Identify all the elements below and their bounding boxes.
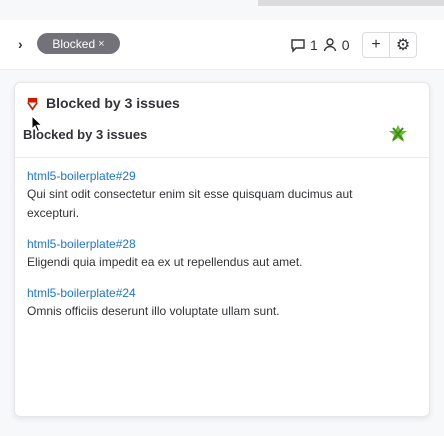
chevron-right-icon[interactable]: ›: [18, 33, 32, 55]
avatar-icon[interactable]: [387, 123, 409, 145]
badge-label: Blocked: [52, 36, 96, 51]
popover-divider: [15, 157, 429, 158]
comment-icon: [291, 39, 305, 53]
blocked-badge[interactable]: Blocked ×: [37, 33, 120, 54]
issue-link[interactable]: html5-boilerplate#28: [27, 235, 407, 253]
issue-blocked-icon: [27, 97, 38, 111]
top-strip: [258, 0, 444, 6]
issue-title: Eligendi quia impedit ea ex ut repellend…: [27, 255, 303, 269]
popover-subtitle: Blocked by 3 issues: [23, 127, 148, 142]
badge-close-icon[interactable]: ×: [98, 38, 104, 50]
add-button[interactable]: +: [362, 32, 390, 58]
card-counts: 1 0: [290, 34, 350, 56]
plus-icon: +: [371, 36, 381, 53]
gear-icon: ⚙: [395, 37, 411, 54]
issue-title: Qui sint odit consectetur enim sit esse …: [27, 187, 353, 220]
comment-count: 1: [310, 37, 318, 53]
list-item: html5-boilerplate#29 Qui sint odit conse…: [27, 167, 407, 223]
blocked-popover: Blocked by 3 issues Blocked by 3 issues …: [14, 82, 430, 417]
issue-title: Omnis officiis deserunt illo voluptate u…: [27, 304, 280, 318]
popover-title: Blocked by 3 issues: [46, 95, 180, 111]
settings-button[interactable]: ⚙: [389, 32, 417, 58]
popover-header: Blocked by 3 issues: [25, 95, 180, 111]
card-toolbar: › Blocked × 1 0 + ⚙: [0, 20, 444, 70]
list-item: html5-boilerplate#28 Eligendi quia imped…: [27, 235, 407, 272]
issue-link[interactable]: html5-boilerplate#29: [27, 167, 407, 185]
user-count: 0: [341, 37, 350, 53]
user-icon: [323, 38, 336, 52]
blocking-issues-list: html5-boilerplate#29 Qui sint odit conse…: [27, 167, 407, 333]
list-item: html5-boilerplate#24 Omnis officiis dese…: [27, 284, 407, 321]
issue-link[interactable]: html5-boilerplate#24: [27, 284, 407, 302]
